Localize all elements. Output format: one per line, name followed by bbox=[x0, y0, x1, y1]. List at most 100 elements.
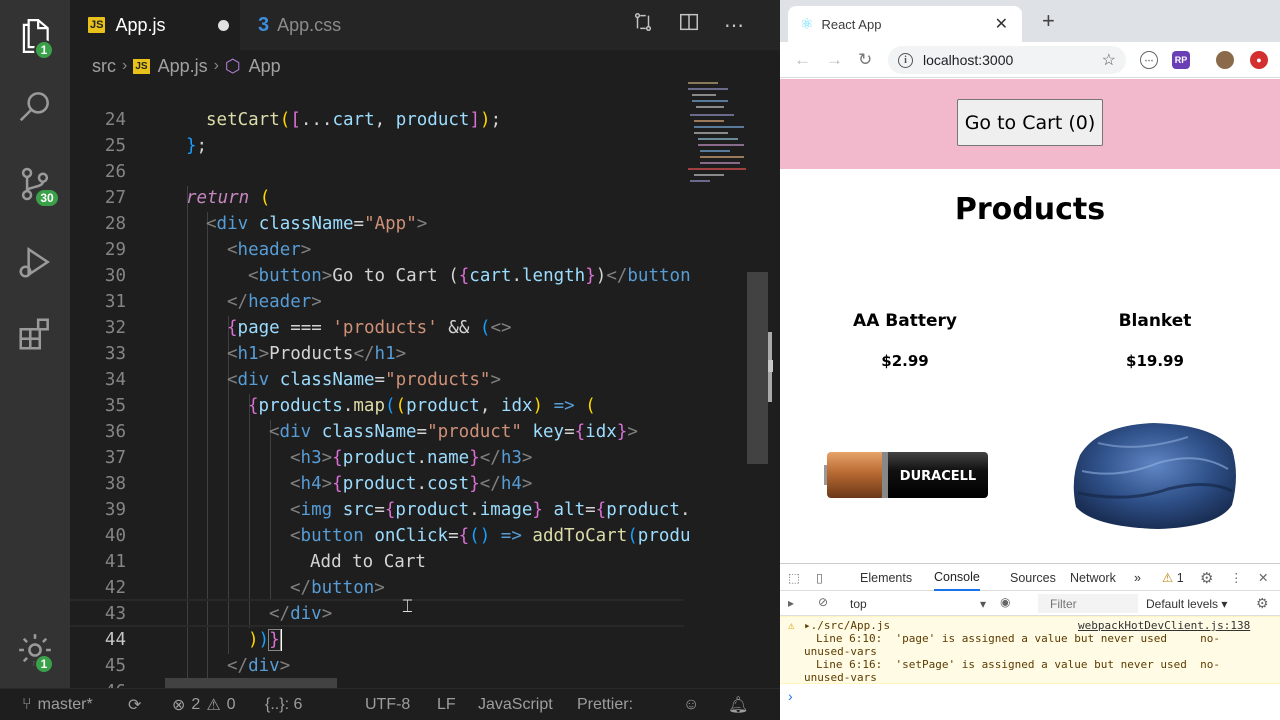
breadcrumb-symbol[interactable]: App bbox=[249, 56, 281, 77]
tab-sources[interactable]: Sources bbox=[1010, 564, 1056, 591]
tab-app-js[interactable]: JS App.js bbox=[70, 0, 240, 50]
js-icon: JS bbox=[133, 58, 150, 74]
tab-app-css[interactable]: 3 App.css bbox=[240, 0, 410, 50]
prettier-status[interactable]: Prettier: bbox=[577, 689, 633, 720]
react-logo-icon: ⚛ bbox=[800, 16, 814, 33]
code-editor[interactable]: 24 setCart([...cart, product]); 25}; 26 2… bbox=[70, 82, 780, 688]
editor-tabs: JS App.js 3 App.css ⋯ bbox=[70, 0, 780, 50]
problems-status[interactable]: ⊗ 2 ⚠ 0 bbox=[172, 689, 236, 720]
language-mode[interactable]: JavaScript bbox=[478, 689, 553, 720]
bookmark-star-icon[interactable]: ☆ bbox=[1102, 50, 1116, 70]
component-cube-icon: ⬡ bbox=[224, 55, 241, 76]
react-app-page: Go to Cart (0) Products AA Battery $2.99… bbox=[780, 79, 1280, 563]
warning-source[interactable]: ▸./src/App.js bbox=[804, 619, 890, 632]
horizontal-scrollbar[interactable] bbox=[165, 678, 337, 688]
more-tabs-icon[interactable]: » bbox=[1134, 564, 1141, 591]
code-line: 33 <h1>Products</h1> bbox=[104, 344, 407, 364]
product-card: Blanket $19.99 bbox=[1030, 311, 1280, 370]
sync-icon[interactable]: ⟳ bbox=[128, 689, 141, 720]
code-line: 26 bbox=[104, 162, 126, 182]
code-line: 38 <h4>{product.cost}</h4> bbox=[104, 474, 533, 494]
chevron-right-icon: › bbox=[213, 57, 219, 74]
manage-gear-icon[interactable]: 1 bbox=[0, 620, 70, 680]
back-arrow-icon[interactable]: ← bbox=[794, 50, 811, 70]
context-selector[interactable]: top ▾ bbox=[850, 597, 986, 611]
css-icon: 3 bbox=[258, 13, 270, 36]
extensions-icon[interactable] bbox=[0, 304, 70, 364]
url-text: localhost:3000 bbox=[923, 52, 1014, 68]
feedback-icon[interactable]: ☺ bbox=[683, 689, 699, 720]
minimap[interactable] bbox=[686, 80, 748, 190]
branch-label: master* bbox=[37, 696, 93, 713]
reload-icon[interactable]: ↻ bbox=[858, 50, 872, 70]
code-line: 35 {products.map((product, idx) => ( bbox=[104, 396, 596, 416]
search-icon[interactable] bbox=[0, 76, 70, 136]
product-cost: $19.99 bbox=[1126, 352, 1184, 370]
warning-line: unused-vars bbox=[804, 645, 877, 658]
close-tab-icon[interactable]: ✕ bbox=[995, 14, 1008, 34]
code-line: 42 </button> bbox=[104, 578, 385, 598]
log-levels-dropdown[interactable]: Default levels ▾ bbox=[1146, 597, 1227, 611]
close-devtools-icon[interactable]: ✕ bbox=[1258, 564, 1268, 591]
breadcrumb-file[interactable]: App.js bbox=[158, 56, 208, 77]
console-filter-input[interactable] bbox=[1038, 594, 1138, 613]
kebab-menu-icon[interactable]: ⋮ bbox=[1230, 564, 1243, 591]
code-line: 41 Add to Cart bbox=[104, 552, 426, 572]
battery-image: DURACELL bbox=[824, 452, 988, 498]
warning-count: 1 bbox=[1176, 570, 1184, 585]
branch-status[interactable]: ⑂ master* bbox=[22, 689, 93, 720]
app-header: Go to Cart (0) bbox=[780, 79, 1280, 169]
notifications-bell-icon[interactable]: 🔔︎ bbox=[728, 689, 748, 720]
console-prompt-icon[interactable]: › bbox=[788, 688, 793, 704]
split-editor-icon[interactable] bbox=[678, 11, 700, 39]
forward-arrow-icon[interactable]: → bbox=[826, 50, 843, 70]
extension-rp-icon[interactable]: RP bbox=[1172, 51, 1190, 69]
explorer-icon[interactable]: 1 bbox=[0, 6, 70, 66]
tab-network[interactable]: Network bbox=[1070, 564, 1116, 591]
inspect-element-icon[interactable]: ⬚ bbox=[788, 564, 800, 591]
extension-icon[interactable]: ⋯ bbox=[1140, 51, 1158, 69]
device-toolbar-icon[interactable]: ▯ bbox=[816, 564, 823, 591]
unsaved-dot-icon[interactable] bbox=[217, 19, 229, 31]
source-link[interactable]: webpackHotDevClient.js:138 bbox=[1078, 619, 1250, 632]
code-line: 31 </header> bbox=[104, 292, 322, 312]
new-tab-icon[interactable]: + bbox=[1042, 8, 1055, 34]
code-line: 36 <div className="product" key={idx}> bbox=[104, 422, 638, 442]
tab-elements[interactable]: Elements bbox=[860, 564, 912, 591]
eye-icon[interactable]: ◉ bbox=[1000, 595, 1010, 609]
more-actions-icon[interactable]: ⋯ bbox=[724, 13, 744, 38]
breadcrumb-src[interactable]: src bbox=[92, 56, 116, 77]
browser-tab[interactable]: ⚛ React App ✕ bbox=[788, 6, 1022, 42]
scm-badge: 30 bbox=[34, 188, 60, 208]
warning-line: Line 6:10: 'page' is assigned a value bu… bbox=[816, 632, 1220, 645]
warning-counter[interactable]: ⚠ 1 bbox=[1162, 564, 1184, 591]
console-settings-icon[interactable]: ⚙ bbox=[1256, 595, 1269, 612]
extension-record-icon[interactable]: ● bbox=[1250, 51, 1268, 69]
log-levels-label: Default levels bbox=[1146, 597, 1219, 611]
eol[interactable]: LF bbox=[437, 689, 456, 720]
code-line: 43 </div> bbox=[104, 604, 333, 624]
text-cursor-icon: ⌶ bbox=[402, 596, 413, 617]
battery-brand-text: DURACELL bbox=[900, 469, 976, 484]
activity-bar: 1 30 1 bbox=[0, 0, 70, 688]
console-warning: ⚠ ▸./src/App.js webpackHotDevClient.js:1… bbox=[780, 616, 1280, 684]
error-count: 2 bbox=[191, 696, 201, 713]
symbol-count[interactable]: {..}: 6 bbox=[265, 689, 302, 720]
profile-avatar[interactable] bbox=[1216, 51, 1234, 69]
context-label: top bbox=[850, 597, 867, 611]
sidebar-toggle-icon[interactable]: ▸ bbox=[788, 596, 794, 610]
settings-badge: 1 bbox=[34, 654, 54, 674]
address-bar[interactable]: i localhost:3000 ☆ bbox=[888, 46, 1126, 74]
go-to-cart-button[interactable]: Go to Cart (0) bbox=[957, 99, 1103, 146]
source-control-icon[interactable]: 30 bbox=[0, 154, 70, 214]
clear-console-icon[interactable]: ⊘ bbox=[818, 595, 828, 609]
settings-gear-icon[interactable]: ⚙ bbox=[1200, 564, 1213, 591]
tab-console[interactable]: Console bbox=[934, 564, 980, 591]
explorer-badge: 1 bbox=[34, 40, 54, 60]
encoding[interactable]: UTF-8 bbox=[365, 689, 410, 720]
site-info-icon[interactable]: i bbox=[898, 52, 913, 68]
compare-changes-icon[interactable] bbox=[632, 11, 654, 39]
run-debug-icon[interactable] bbox=[0, 232, 70, 292]
code-line: 30 <button>Go to Cart ({cart.length})</bu… bbox=[104, 266, 691, 286]
vertical-scrollbar[interactable] bbox=[747, 272, 768, 464]
